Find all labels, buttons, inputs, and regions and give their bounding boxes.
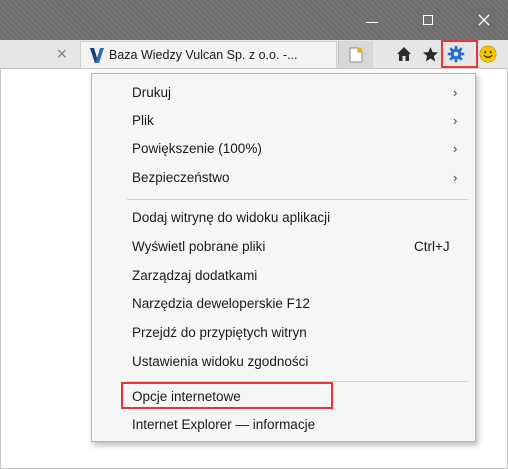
menu-item-label: Drukuj: [132, 85, 172, 100]
new-tab-button[interactable]: [338, 41, 373, 68]
chevron-right-icon: ›: [453, 113, 458, 128]
menu-item-label: Bezpieczeństwo: [132, 170, 230, 185]
menu-item-bezpieczenstwo[interactable]: Bezpieczeństwo ›: [92, 163, 475, 192]
previous-tab-close-icon[interactable]: ×: [56, 44, 68, 64]
feedback-button[interactable]: [476, 42, 500, 66]
maximize-button[interactable]: [406, 0, 450, 40]
maximize-icon: [423, 15, 433, 25]
tab-title: Baza Wiedzy Vulcan Sp. z o.o. -...: [109, 48, 298, 62]
chevron-right-icon: ›: [453, 85, 458, 100]
menu-item-widok-zgodnosci[interactable]: Ustawienia widoku zgodności: [92, 347, 475, 376]
tools-button-highlight: [441, 40, 478, 68]
menu-item-shortcut: Ctrl+J: [414, 239, 450, 254]
title-bar: [0, 0, 508, 40]
tools-dropdown-menu: Drukuj › Plik › Powiększenie (100%) › Be…: [91, 73, 476, 442]
home-button[interactable]: [392, 42, 416, 66]
new-tab-icon: [349, 47, 363, 62]
close-button[interactable]: [462, 0, 506, 40]
feedback-smiley-icon: [479, 45, 497, 63]
menu-item-ie-informacje[interactable]: Internet Explorer — informacje: [92, 410, 475, 439]
menu-item-label: Narzędzia deweloperskie F12: [132, 296, 310, 311]
chevron-right-icon: ›: [453, 170, 458, 185]
favorites-star-icon: [422, 46, 438, 61]
active-tab[interactable]: Baza Wiedzy Vulcan Sp. z o.o. -...: [80, 41, 337, 68]
menu-item-label: Plik: [132, 113, 154, 128]
menu-item-label: Dodaj witrynę do widoku aplikacji: [132, 210, 331, 225]
menu-item-pobrane-pliki[interactable]: Wyświetl pobrane pliki Ctrl+J: [92, 232, 475, 261]
menu-item-label: Ustawienia widoku zgodności: [132, 354, 309, 369]
menu-item-label: Powiększenie (100%): [132, 141, 262, 156]
menu-item-narzedzia-deweloperskie[interactable]: Narzędzia deweloperskie F12: [92, 289, 475, 318]
close-icon: [478, 14, 490, 26]
menu-item-przypiete-witryny[interactable]: Przejdź do przypiętych witryn: [92, 318, 475, 347]
minimize-button[interactable]: [350, 0, 394, 40]
menu-separator: [127, 199, 468, 200]
menu-item-label: Internet Explorer — informacje: [132, 417, 316, 432]
menu-item-label: Wyświetl pobrane pliki: [132, 239, 266, 254]
menu-item-zarzadzaj-dodatkami[interactable]: Zarządzaj dodatkami: [92, 261, 475, 290]
favorites-button[interactable]: [418, 42, 442, 66]
opcje-internetowe-highlight: [121, 382, 333, 409]
menu-item-label: Przejdź do przypiętych witryn: [132, 325, 307, 340]
menu-item-dodaj-witryne[interactable]: Dodaj witrynę do widoku aplikacji: [92, 203, 475, 232]
menu-item-powiekszenie[interactable]: Powiększenie (100%) ›: [92, 134, 475, 163]
vulcan-logo-icon: [89, 47, 105, 64]
home-icon: [397, 47, 411, 61]
chevron-right-icon: ›: [453, 141, 458, 156]
menu-item-drukuj[interactable]: Drukuj ›: [92, 78, 475, 107]
menu-item-plik[interactable]: Plik ›: [92, 106, 475, 135]
minimize-icon: [366, 21, 378, 23]
menu-item-label: Zarządzaj dodatkami: [132, 268, 258, 283]
